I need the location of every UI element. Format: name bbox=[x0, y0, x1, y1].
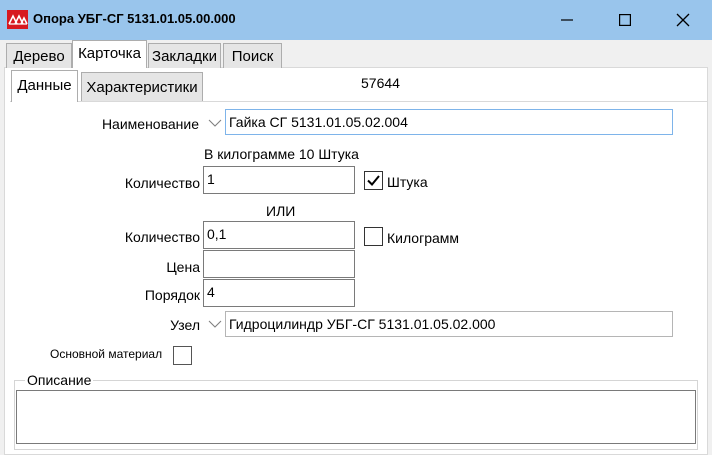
subtab-characteristics[interactable]: Характеристики bbox=[81, 72, 203, 101]
chevron-down-icon bbox=[208, 119, 222, 127]
maximize-icon bbox=[619, 14, 631, 26]
tab-search[interactable]: Поиск bbox=[223, 43, 282, 68]
description-label: Описание bbox=[25, 372, 94, 388]
minimize-icon bbox=[561, 19, 573, 21]
description-field[interactable] bbox=[16, 390, 696, 444]
name-dropdown-button[interactable] bbox=[207, 116, 223, 130]
quantity-kg-field[interactable]: 0,1 bbox=[203, 221, 355, 249]
record-id: 57644 bbox=[354, 70, 429, 97]
or-label: ИЛИ bbox=[266, 203, 296, 219]
main-material-checkbox[interactable] bbox=[173, 346, 192, 365]
order-field[interactable]: 4 bbox=[203, 279, 355, 307]
subtab-data[interactable]: Данные bbox=[11, 70, 78, 102]
unit-pieces-checkbox[interactable] bbox=[364, 171, 383, 190]
app-logo-icon bbox=[7, 10, 28, 29]
window-title: Опора УБГ-СГ 5131.01.05.00.000 bbox=[33, 11, 236, 26]
quantity-kg-label: Количество bbox=[124, 229, 200, 245]
quantity-pieces-label: Количество bbox=[124, 175, 200, 191]
tab-bookmarks[interactable]: Закладки bbox=[148, 43, 221, 68]
name-field[interactable]: Гайка СГ 5131.01.05.02.004 bbox=[225, 109, 673, 135]
tab-card[interactable]: Карточка bbox=[72, 40, 147, 68]
unit-kg-checkbox[interactable] bbox=[364, 227, 383, 246]
maximize-button[interactable] bbox=[596, 0, 654, 40]
tab-tree[interactable]: Дерево bbox=[6, 43, 72, 68]
checkmark-icon bbox=[367, 175, 380, 186]
minimize-button[interactable] bbox=[538, 0, 596, 40]
node-label: Узел bbox=[170, 317, 200, 333]
close-button[interactable] bbox=[654, 0, 712, 40]
price-field[interactable] bbox=[203, 250, 355, 278]
node-field[interactable]: Гидроцилиндр УБГ-СГ 5131.01.05.02.000 bbox=[225, 311, 673, 337]
quantity-pieces-field[interactable]: 1 bbox=[203, 166, 355, 194]
unit-pieces-label: Штука bbox=[387, 174, 428, 190]
close-icon bbox=[676, 13, 690, 27]
order-label: Порядок bbox=[144, 287, 200, 303]
subtab-divider bbox=[10, 101, 708, 102]
price-label: Цена bbox=[166, 259, 200, 275]
per-kg-note: В килограмме 10 Штука bbox=[204, 146, 359, 162]
unit-kg-label: Килограмм bbox=[387, 230, 460, 246]
main-material-label: Основной материал bbox=[50, 347, 163, 361]
name-label: Наименование bbox=[101, 116, 199, 132]
node-dropdown-button[interactable] bbox=[207, 317, 223, 331]
chevron-down-icon bbox=[208, 320, 222, 328]
